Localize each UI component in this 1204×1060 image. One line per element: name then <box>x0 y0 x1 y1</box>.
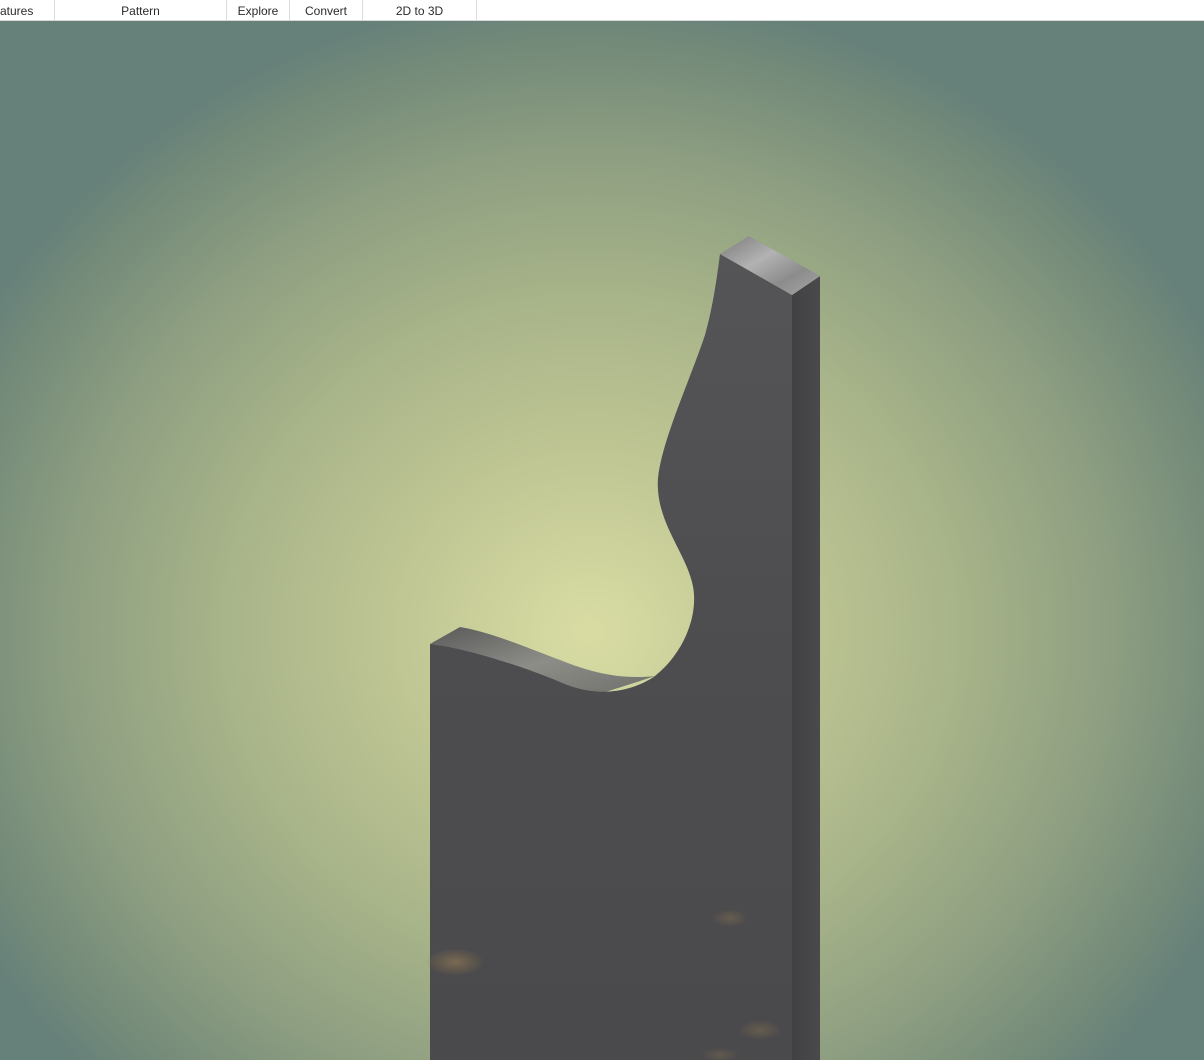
tab-features[interactable]: atures <box>0 0 55 21</box>
texture-highlight <box>425 948 485 976</box>
tab-2d-to-3d[interactable]: 2D to 3D <box>363 0 477 21</box>
extruded-solid <box>425 236 820 1060</box>
3d-viewport[interactable] <box>0 21 1204 1060</box>
model-canvas <box>425 236 820 1060</box>
tab-pattern[interactable]: Pattern <box>55 0 227 21</box>
ribbon-tab-bar: atures Pattern Explore Convert 2D to 3D <box>0 0 1204 21</box>
texture-highlight <box>738 1020 782 1040</box>
tab-convert[interactable]: Convert <box>290 0 363 21</box>
tab-explore[interactable]: Explore <box>227 0 290 21</box>
texture-highlight <box>712 909 748 927</box>
solid-side-face <box>792 276 820 1060</box>
solid-front-face <box>430 254 792 1060</box>
